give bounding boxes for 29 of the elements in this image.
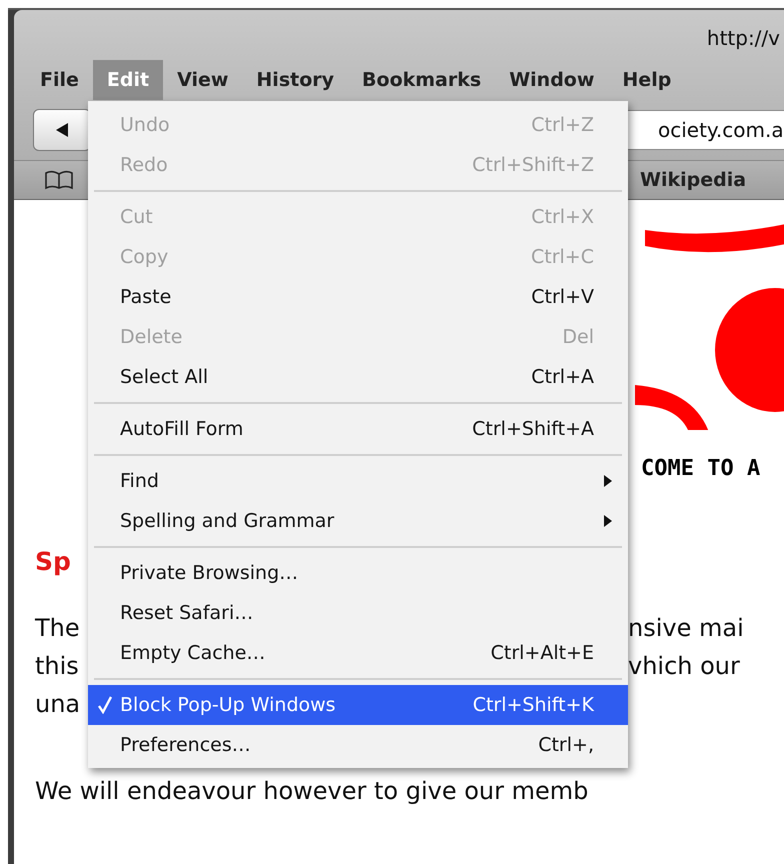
paragraph-text: vhich our [628,651,740,682]
menu-item[interactable]: Preferences… Ctrl+, [88,725,628,765]
menu-bar-item[interactable]: Help [608,60,686,100]
menu-item[interactable]: Reset Safari… [88,593,628,633]
window-title: http://v [706,26,780,50]
menu-bar-item[interactable]: Bookmarks [348,60,496,100]
menu-item[interactable]: Block Pop-Up Windows Ctrl+Shift+K [88,685,628,725]
menu-bar-item[interactable]: View [163,60,242,100]
paragraph-text: nsive mai [628,613,744,644]
menu-item[interactable]: Spelling and Grammar [88,501,628,541]
menu-item[interactable]: AutoFill Form Ctrl+Shift+A [88,409,628,449]
book-icon[interactable] [44,170,74,190]
menu-item[interactable]: Paste Ctrl+V [88,277,628,317]
menu-item[interactable]: Private Browsing… [88,553,628,593]
paragraph-text: The [35,613,80,644]
banner-heading: COME TO A [641,456,762,481]
menu-bar-item[interactable]: History [242,60,348,100]
menu-item[interactable]: Empty Cache… Ctrl+Alt+E [88,633,628,673]
bookmark-link[interactable]: Wikipedia [640,169,746,191]
menu-item[interactable]: Find [88,461,628,501]
back-arrow-icon [54,122,70,138]
menu-bar-item[interactable]: File [26,60,93,100]
menu-bar-item[interactable]: Window [495,60,608,100]
section-heading: Sp [35,547,71,576]
menu-item[interactable]: Select All Ctrl+A [88,357,628,397]
paragraph-text: una [35,689,80,720]
paragraph-text: We will endeavour however to give our memb [35,777,588,805]
paragraph-text: this [35,651,79,682]
back-button[interactable] [33,109,91,151]
